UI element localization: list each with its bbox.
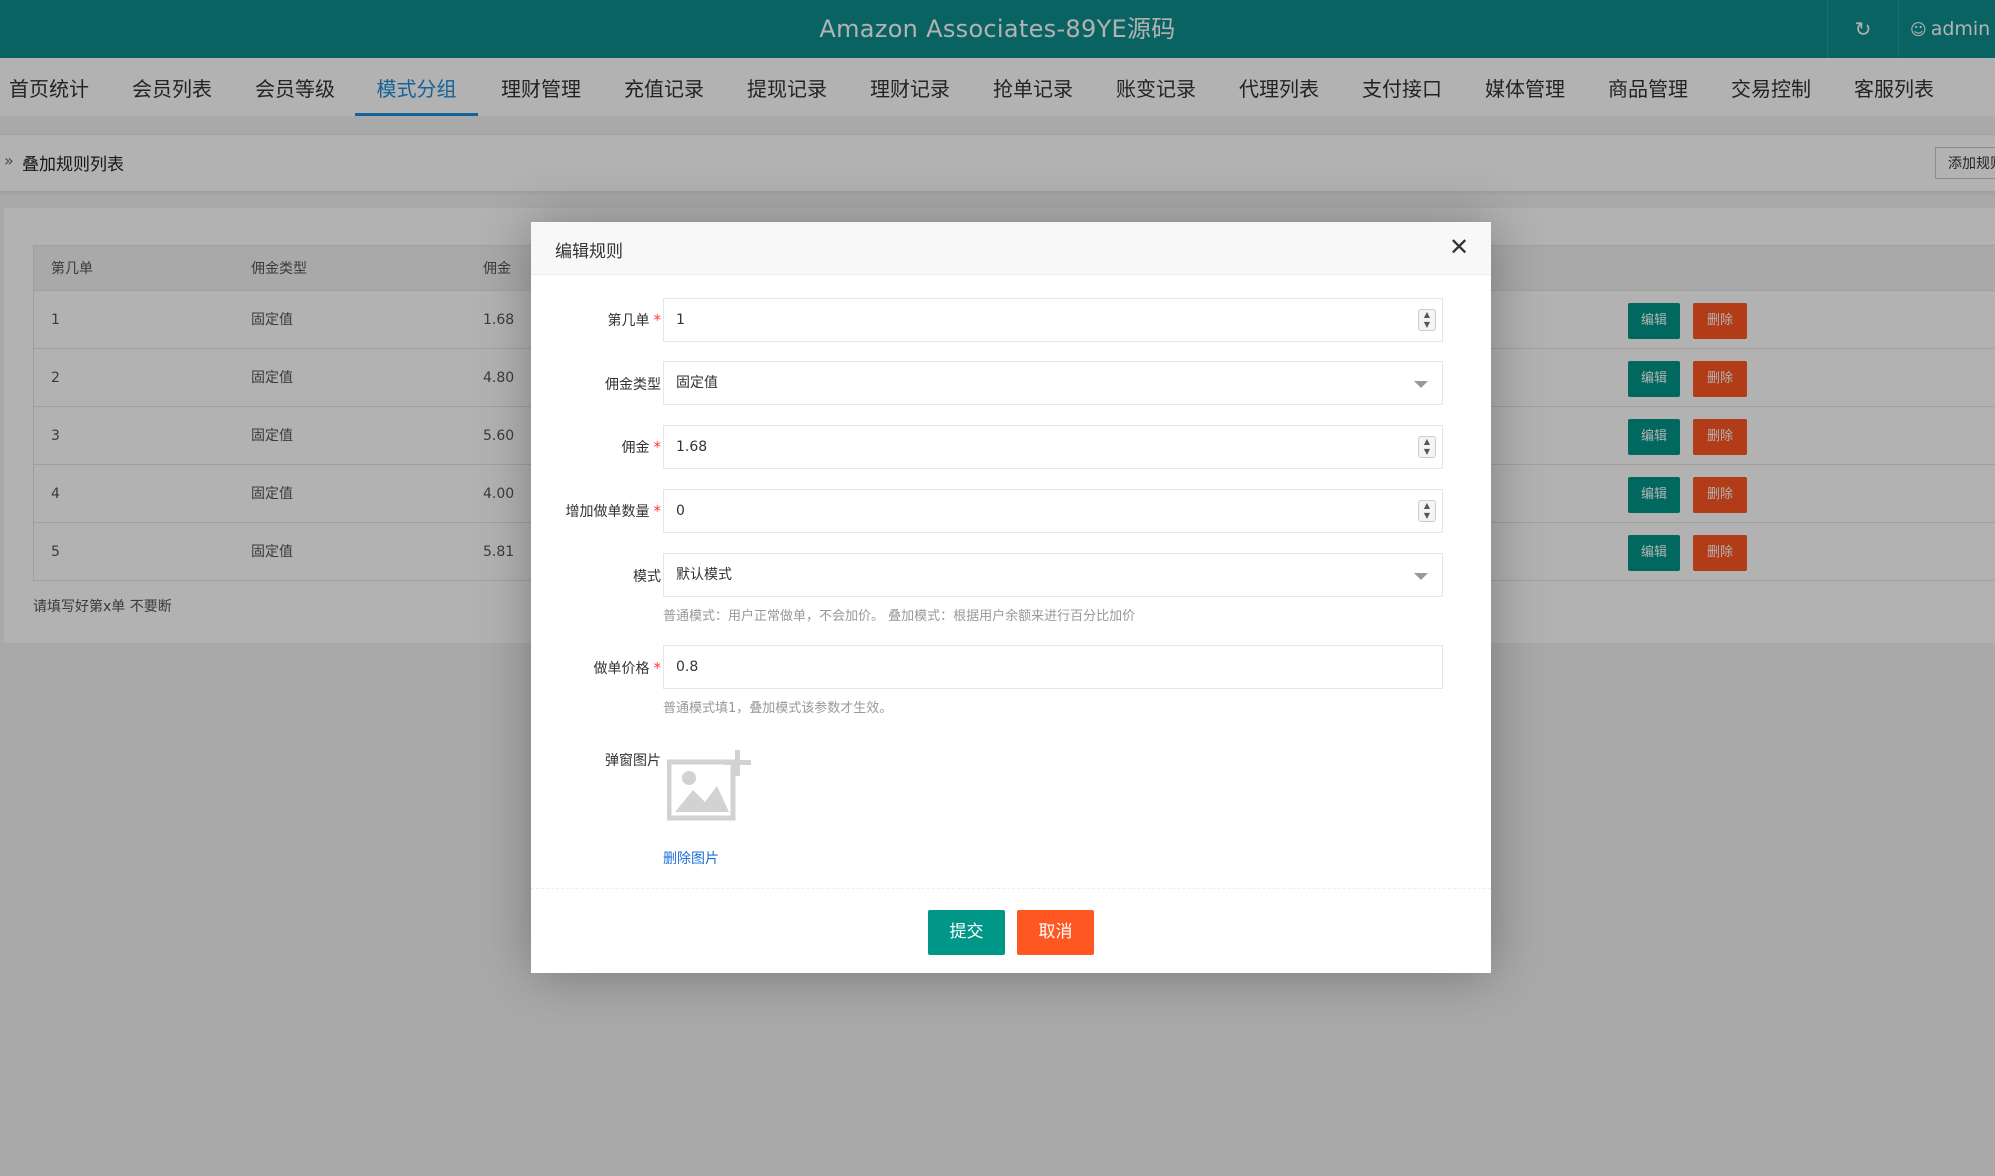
mode-label: 模式	[633, 569, 661, 585]
stepper-down-icon[interactable]: ▼	[1419, 447, 1435, 457]
stepper-up-icon[interactable]: ▲	[1419, 437, 1435, 447]
required-mark: *	[653, 502, 662, 520]
dialog-divider	[531, 888, 1491, 889]
chevron-down-icon	[1414, 573, 1428, 580]
commission-input[interactable]: 1.68 ▲ ▼	[663, 425, 1443, 469]
stepper-up-icon[interactable]: ▲	[1419, 501, 1435, 511]
add-image-icon	[666, 750, 751, 821]
dialog-header: 编辑规则 ✕	[531, 222, 1491, 275]
commission-type-label: 佣金类型	[605, 377, 661, 393]
submit-button[interactable]: 提交	[928, 910, 1005, 955]
mode-select[interactable]: 默认模式	[663, 553, 1443, 597]
order-number-value: 1	[676, 312, 685, 328]
stepper-down-icon[interactable]: ▼	[1419, 320, 1435, 330]
required-mark: *	[653, 659, 662, 677]
stepper-down-icon[interactable]: ▼	[1419, 511, 1435, 521]
commission-value: 1.68	[676, 439, 708, 455]
commission-type-value: 固定值	[676, 375, 718, 391]
order-label: 第几单 *	[607, 311, 662, 329]
edit-rule-dialog: 编辑规则 ✕ 第几单 * 1 ▲ ▼ 佣金类型 固定值 佣金 * 1.68 ▲ ▼ 增加…	[531, 222, 1491, 973]
order-price-input[interactable]: 0.8	[663, 645, 1443, 689]
price-label: 做单价格 *	[593, 659, 662, 677]
order-price-value: 0.8	[676, 659, 699, 675]
extra-orders-stepper[interactable]: ▲ ▼	[1418, 500, 1436, 522]
popup-image-label: 弹窗图片	[605, 753, 661, 769]
price-help-text: 普通模式填1，叠加模式该参数才生效。	[663, 701, 893, 716]
close-icon[interactable]: ✕	[1449, 234, 1469, 260]
order-number-input[interactable]: 1 ▲ ▼	[663, 298, 1443, 342]
order-number-stepper[interactable]: ▲ ▼	[1418, 309, 1436, 331]
commission-type-select[interactable]: 固定值	[663, 361, 1443, 405]
required-mark: *	[653, 311, 662, 329]
required-mark: *	[653, 438, 662, 456]
extra-orders-value: 0	[676, 503, 685, 519]
cancel-button[interactable]: 取消	[1017, 910, 1094, 955]
delete-image-link[interactable]: 删除图片	[663, 848, 719, 868]
mode-value: 默认模式	[676, 567, 732, 583]
stepper-up-icon[interactable]: ▲	[1419, 310, 1435, 320]
commission-label: 佣金 *	[621, 438, 662, 456]
commission-stepper[interactable]: ▲ ▼	[1418, 436, 1436, 458]
extra-orders-input[interactable]: 0 ▲ ▼	[663, 489, 1443, 533]
image-upload-placeholder[interactable]	[666, 750, 753, 822]
extra-orders-label: 增加做单数量 *	[565, 502, 662, 520]
dialog-title: 编辑规则	[555, 242, 623, 262]
mode-help-text: 普通模式：用户正常做单，不会加价。 叠加模式：根据用户余额来进行百分比加价	[663, 609, 1136, 624]
chevron-down-icon	[1414, 381, 1428, 388]
